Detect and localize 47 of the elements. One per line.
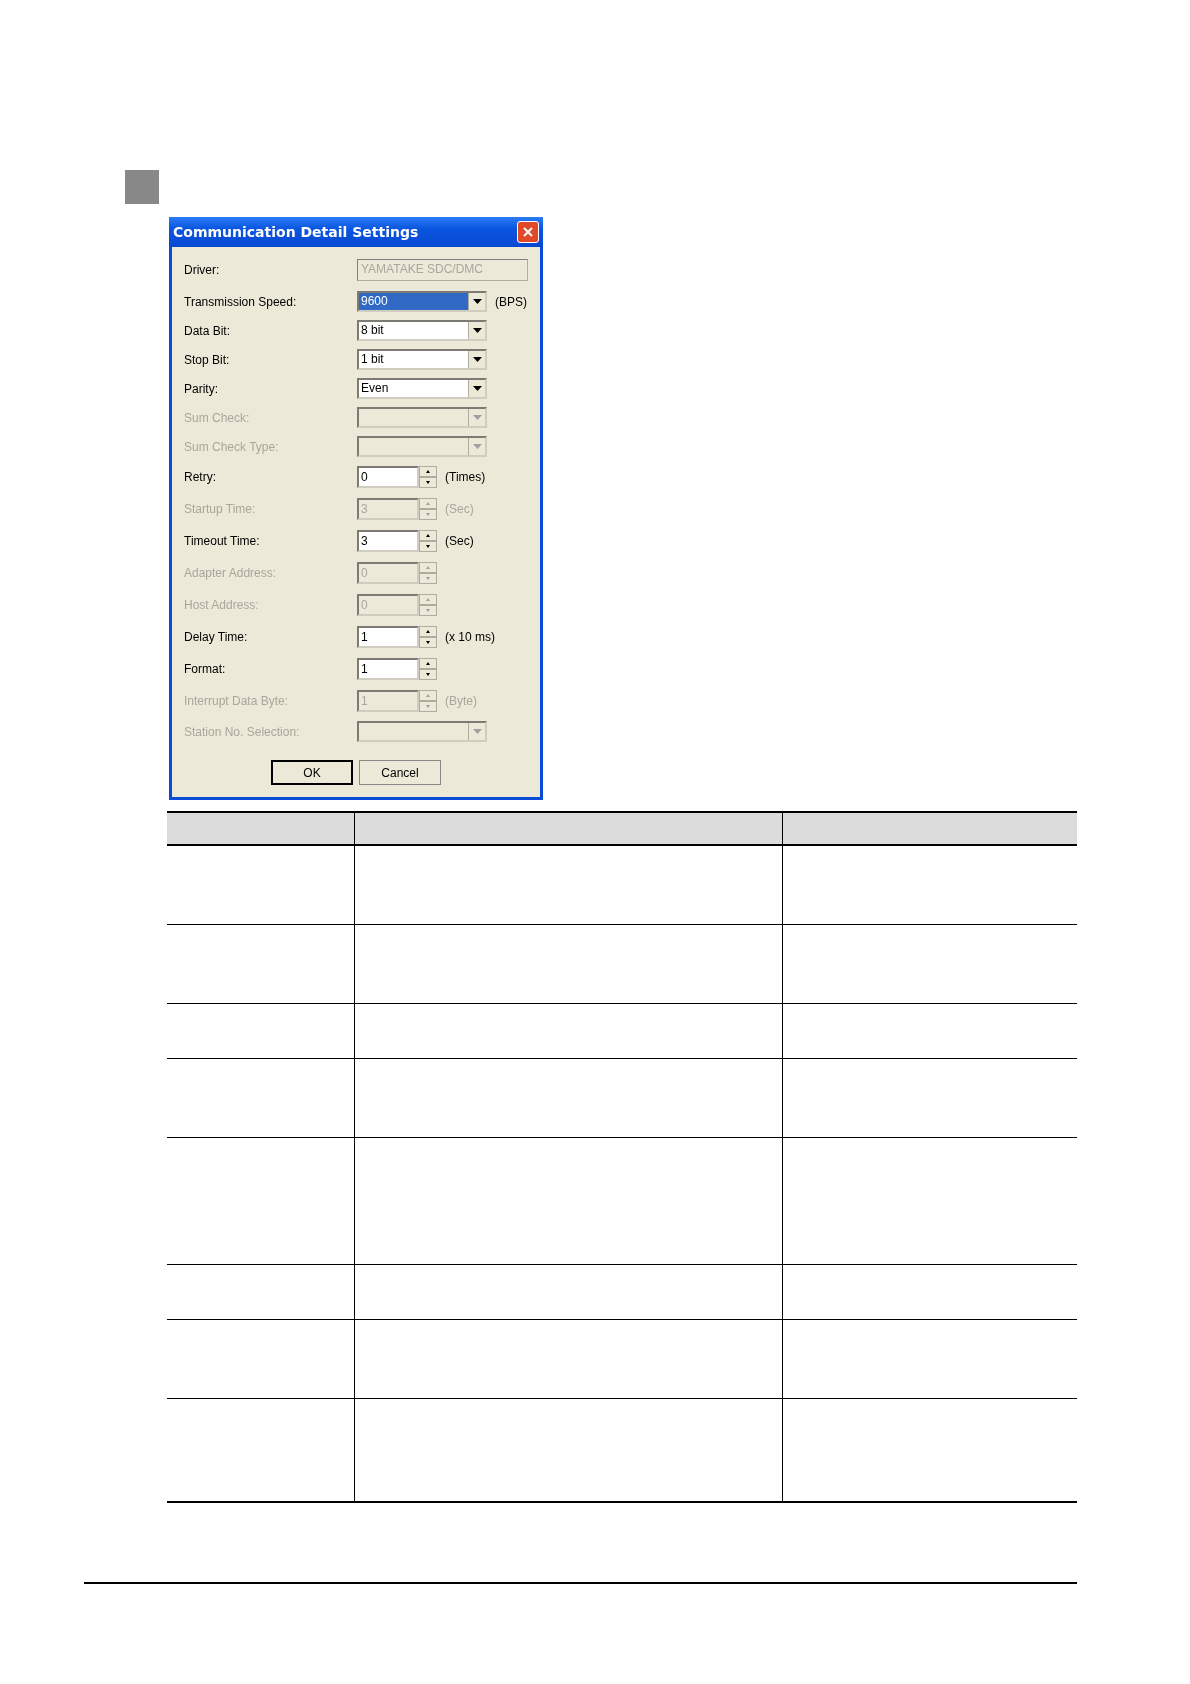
- field-label: Adapter Address:: [184, 566, 278, 580]
- field-label: Timeout Time:: [184, 534, 261, 548]
- spinner-arrows-icon[interactable]: [419, 466, 437, 488]
- number-field[interactable]: 1: [357, 658, 419, 680]
- dropdown-arrow-icon: [472, 328, 482, 333]
- field-label: Data Bit:: [184, 323, 232, 338]
- field-label: Station No. Selection:: [184, 724, 301, 739]
- dropdown-field[interactable]: 8 bit: [357, 320, 487, 341]
- dropdown-arrow-icon: [472, 415, 482, 420]
- close-button[interactable]: [517, 221, 539, 243]
- section-marker: [125, 170, 159, 204]
- dropdown-field[interactable]: 1 bit: [357, 349, 487, 370]
- field-label: Startup Time:: [184, 502, 257, 516]
- field-label: Format:: [184, 662, 227, 676]
- dropdown-field[interactable]: 9600: [357, 291, 487, 312]
- field-label: Driver:: [184, 263, 221, 277]
- unit-label: (x 10 ms): [445, 630, 495, 644]
- spinner-arrows-icon[interactable]: [419, 658, 437, 680]
- field-label: Sum Check:: [184, 410, 251, 425]
- number-field[interactable]: 1: [357, 626, 419, 648]
- cancel-button[interactable]: Cancel: [359, 760, 441, 785]
- spinner-arrows-icon[interactable]: [419, 530, 437, 552]
- unit-label: (Sec): [445, 534, 474, 548]
- field-label: Stop Bit:: [184, 352, 231, 367]
- dropdown-arrow-icon: [472, 444, 482, 449]
- close-icon: [522, 226, 534, 238]
- field-label: Transmission Speed:: [184, 294, 298, 309]
- window-title: Communication Detail Settings: [173, 224, 419, 240]
- field-label: Sum Check Type:: [184, 439, 280, 454]
- unit-label: (BPS): [495, 294, 527, 309]
- number-field[interactable]: 3: [357, 530, 419, 552]
- dropdown-field[interactable]: Even: [357, 378, 487, 399]
- ok-button[interactable]: OK: [271, 760, 353, 785]
- field-label: Host Address:: [184, 598, 260, 612]
- dropdown-arrow-icon: [472, 357, 482, 362]
- dropdown-arrow-icon: [472, 386, 482, 391]
- field-label: Interrupt Data Byte:: [184, 694, 290, 708]
- number-field[interactable]: 0: [357, 466, 419, 488]
- unit-label: (Sec): [445, 502, 474, 516]
- field-label: Delay Time:: [184, 630, 249, 644]
- field-label: Parity:: [184, 381, 219, 396]
- spinner-arrows-icon[interactable]: [419, 626, 437, 648]
- dropdown-arrow-icon: [472, 299, 482, 304]
- dropdown-arrow-icon: [472, 729, 482, 734]
- unit-label: (Times): [445, 470, 486, 484]
- unit-label: (Byte): [445, 694, 477, 708]
- field-label: Retry:: [184, 470, 217, 484]
